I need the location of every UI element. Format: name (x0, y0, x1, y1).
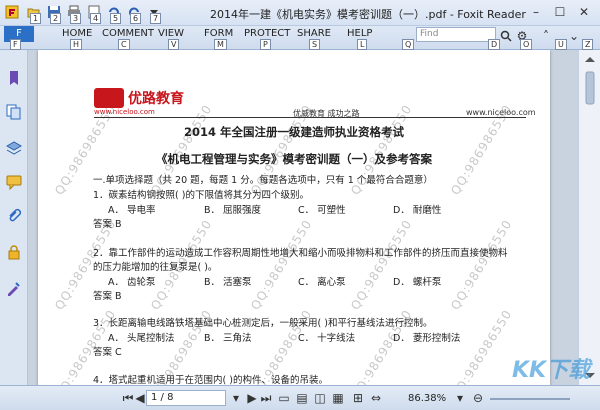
continuous-facing-view-icon[interactable]: ▦ (330, 390, 346, 406)
q3-option-a: A． 头尾控制法 (108, 333, 175, 344)
ribbon-minimize-icon[interactable]: ⌄ (566, 28, 582, 44)
fit-page-icon[interactable]: ⊞ (350, 390, 366, 406)
comments-icon[interactable] (4, 172, 24, 192)
question-2-cont: 的压力能增加的往复泵是( )。 (93, 262, 218, 273)
layers-icon[interactable] (4, 138, 24, 158)
question-4: 4．塔式起重机适用于在范围内( )的构件、设备的吊装。 (93, 375, 328, 385)
header-rule (94, 117, 526, 118)
tab-help[interactable]: HELP (347, 28, 372, 39)
fit-width-icon[interactable]: ⇔ (368, 390, 384, 406)
keytip-4: 4 (90, 13, 102, 24)
keytip-3: 3 (70, 13, 82, 24)
tab-home[interactable]: HOME (62, 28, 92, 39)
keytip-home: H (70, 39, 83, 50)
search-input[interactable]: Find (416, 27, 496, 42)
status-bar: ⏮ ◀ 1 / 8 ▾ ▶ ⏭ ▭ ▤ ◫ ▦ ⊞ ⇔ 86.38% ▾ ⊖ (0, 385, 600, 410)
q1-option-a: A． 导电率 (108, 205, 156, 216)
doc-title: 2014 年全国注册一级建造师执业资格考试 (183, 125, 404, 139)
keytip-file: F (10, 39, 21, 50)
brand-logo-icon (94, 88, 124, 108)
lock-icon[interactable] (4, 242, 24, 262)
search-icon[interactable] (498, 28, 514, 44)
q2-option-c: C． 离心泵 (298, 277, 346, 288)
page-dropdown-icon[interactable]: ▾ (228, 390, 244, 406)
chevron-up-icon[interactable]: ˄ (538, 28, 554, 44)
q2-option-a: A． 齿轮泵 (108, 277, 156, 288)
keytip-protect: P (260, 39, 271, 50)
tab-view[interactable]: VIEW (158, 28, 184, 39)
q2-option-d: D． 螺杆泵 (393, 277, 442, 288)
q1-option-c: C． 可塑性 (298, 205, 346, 216)
keytip-2: 2 (50, 13, 62, 24)
bookmark-icon[interactable] (4, 68, 24, 88)
overlay-logo: KK下载 (512, 358, 591, 383)
q3-option-d: D． 菱形控制法 (393, 333, 461, 344)
title-bar: 1 2 3 4 5 6 7 2014年一建《机电实务》模考密训题（一）.pdf … (0, 0, 600, 26)
close-button[interactable]: ✕ (576, 4, 592, 20)
question-1: 1．碳素结构钢按照( )的下限值将其分为四个级别。 (93, 190, 309, 201)
tab-form[interactable]: FORM (204, 28, 233, 39)
watermark-text: QQ:986986550 (448, 307, 515, 385)
section-intro: 一.单项选择题（共 20 题，每题 1 分。每题各选项中，只有 1 个最符合合题… (93, 175, 433, 186)
last-page-icon[interactable]: ⏭ (258, 390, 274, 406)
brand-name: 优路教育 (128, 91, 184, 107)
keytip-share: S (309, 39, 321, 50)
navigation-sidebar (0, 50, 28, 385)
attachment-icon[interactable] (4, 206, 24, 226)
foxit-app-icon[interactable] (4, 4, 20, 20)
vertical-scrollbar[interactable] (578, 50, 600, 385)
minimize-button[interactable]: – (528, 4, 544, 20)
tab-comment[interactable]: COMMENT (102, 28, 154, 39)
keytip-find: Q (402, 39, 415, 50)
q3-answer: 答案 C (93, 347, 122, 358)
continuous-view-icon[interactable]: ▤ (294, 390, 310, 406)
window-title: 2014年一建《机电实务》模考密训题（一）.pdf - Foxit Reader (210, 8, 526, 21)
keytip-view: V (168, 39, 180, 50)
single-page-view-icon[interactable]: ▭ (276, 390, 292, 406)
header-url: www.niceloo.com (466, 108, 536, 117)
question-3: 3．长距离输电线路铁塔基础中心桩测定后，一般采用( )和平行基线法进行控制。 (93, 318, 433, 329)
zoom-level[interactable]: 86.38% (408, 393, 446, 404)
q2-option-b: B． 活塞泵 (204, 277, 252, 288)
keytip-help: L (357, 39, 368, 50)
keytip-5: 5 (110, 13, 122, 24)
pdf-page: QQ:986986550 QQ:986986550 QQ:986986550 Q… (38, 50, 550, 385)
watermark-text: QQ:986986550 (348, 217, 415, 313)
tab-share[interactable]: SHARE (297, 28, 331, 39)
zoom-out-icon[interactable]: ⊖ (470, 390, 486, 406)
facing-view-icon[interactable]: ◫ (312, 390, 328, 406)
maximize-button[interactable]: ☐ (552, 4, 568, 20)
q1-answer: 答案 B (93, 219, 122, 230)
q3-option-b: B． 三角法 (204, 333, 252, 344)
keytip-z: Z (582, 39, 594, 50)
q1-option-b: B． 屈服强度 (204, 205, 262, 216)
keytip-form: M (214, 39, 227, 50)
keytip-1: 1 (30, 13, 42, 24)
pages-icon[interactable] (4, 102, 24, 122)
document-viewport[interactable]: QQ:986986550 QQ:986986550 QQ:986986550 Q… (28, 50, 578, 385)
keytip-gear: O (520, 39, 533, 50)
watermark-text: QQ:986986550 (248, 217, 315, 313)
keytip-6: 6 (130, 13, 142, 24)
page-number-field[interactable]: 1 / 8 (146, 390, 226, 406)
tab-protect[interactable]: PROTECT (244, 28, 290, 39)
brand-site: www.niceloo.com (94, 108, 155, 116)
q1-option-d: D． 耐磨性 (393, 205, 442, 216)
q2-answer: 答案 B (93, 291, 122, 302)
question-2: 2．靠工作部件的运动造成工作容积周期性地增大和缩小而吸排物料和工作部件的挤压而直… (93, 248, 508, 259)
zoom-slider[interactable] (490, 398, 570, 400)
watermark-text: QQ:986986550 (448, 217, 515, 313)
zoom-dropdown-icon[interactable]: ▾ (452, 390, 468, 406)
keytip-comment: C (118, 39, 130, 50)
signature-icon[interactable] (4, 278, 24, 298)
q3-option-c: C． 十字线法 (298, 333, 356, 344)
keytip-7: 7 (150, 13, 162, 24)
doc-subtitle: 《机电工程管理与实务》模考密训题（一）及参考答案 (156, 152, 432, 166)
